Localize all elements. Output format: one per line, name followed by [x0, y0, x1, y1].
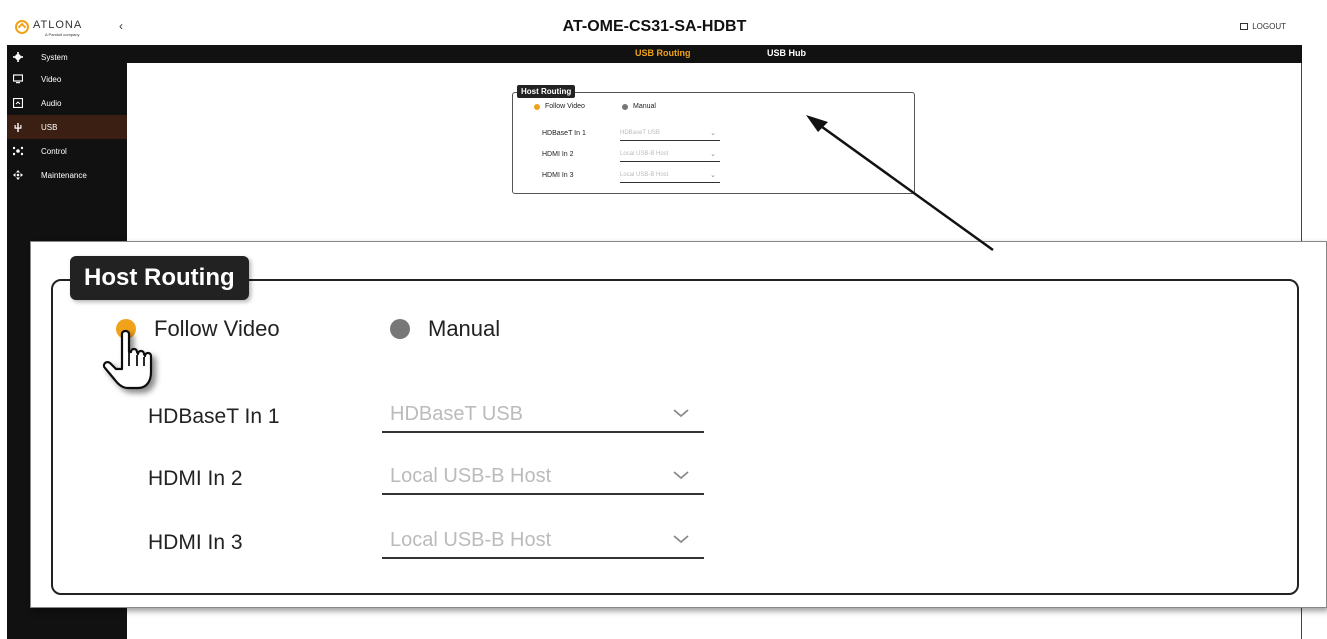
radio-label: Follow Video	[154, 316, 280, 341]
hdmi-in-3-select-zoomed[interactable]: Local USB-B Host	[382, 529, 704, 559]
row-label-hdmi-in-3: HDMI In 3	[148, 531, 243, 554]
row-label-hdmi-in-2: HDMI In 2	[148, 467, 243, 490]
hdbaset-in-1-select-zoomed[interactable]: HDBaseT USB	[382, 403, 704, 433]
select-value: HDBaseT USB	[390, 403, 524, 425]
chevron-down-icon	[672, 403, 690, 424]
chevron-down-icon	[672, 529, 690, 550]
row-label-hdbaset-in-1: HDBaseT In 1	[148, 405, 280, 428]
chevron-down-icon	[672, 465, 690, 486]
hand-pointer-icon	[102, 329, 153, 390]
hdmi-in-2-select-zoomed[interactable]: Local USB-B Host	[382, 465, 704, 495]
select-value: Local USB-B Host	[390, 529, 552, 551]
select-value: Local USB-B Host	[390, 465, 552, 487]
manual-radio-zoomed[interactable]: Manual	[390, 316, 500, 342]
radio-unselected-icon	[390, 319, 410, 339]
host-routing-title-zoomed: Host Routing	[70, 256, 249, 300]
radio-label: Manual	[428, 316, 501, 341]
